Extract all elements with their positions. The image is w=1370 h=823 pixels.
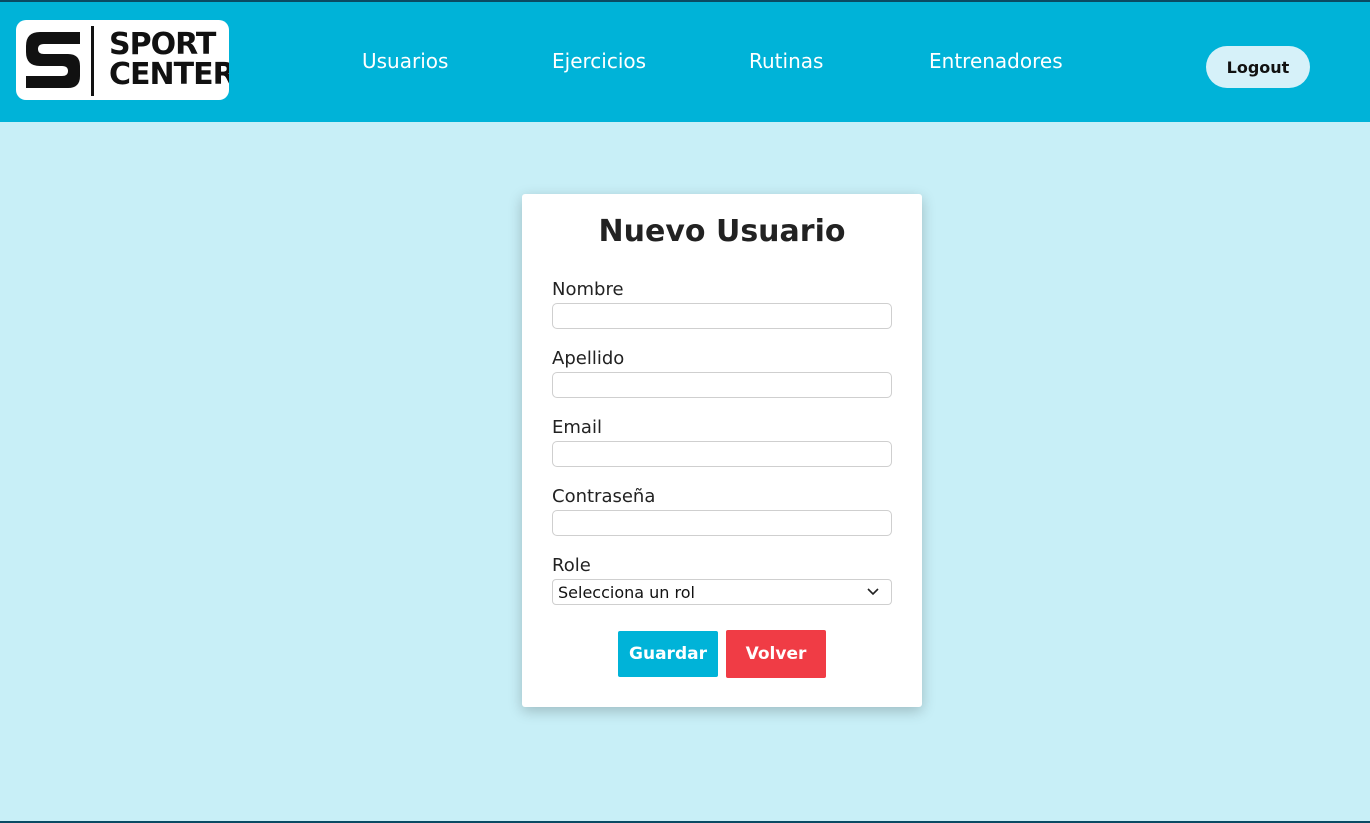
email-input[interactable]: [552, 441, 892, 467]
logout-button[interactable]: Logout: [1206, 46, 1310, 88]
password-input[interactable]: [552, 510, 892, 536]
logo-line-1: SPORT: [109, 27, 216, 62]
email-label: Email: [552, 417, 602, 438]
role-select[interactable]: Selecciona un rol: [552, 579, 892, 605]
form-title: Nuevo Usuario: [598, 214, 846, 249]
nav-rutinas[interactable]: Rutinas: [749, 49, 823, 73]
nombre-input[interactable]: [552, 303, 892, 329]
apellido-input[interactable]: [552, 372, 892, 398]
logo-text: SPORT CENTER: [109, 30, 229, 90]
role-select-value: Selecciona un rol: [558, 583, 695, 602]
nav-ejercicios[interactable]: Ejercicios: [552, 49, 646, 73]
new-user-form-card: Nuevo Usuario Nombre Apellido Email Cont…: [522, 194, 922, 707]
back-button[interactable]: Volver: [726, 630, 826, 678]
nombre-label: Nombre: [552, 279, 624, 300]
logo-line-2: CENTER: [109, 57, 229, 92]
password-label: Contraseña: [552, 486, 656, 507]
nav-usuarios[interactable]: Usuarios: [362, 49, 448, 73]
chevron-down-icon: [867, 588, 879, 596]
logo-divider: [91, 26, 94, 96]
save-button[interactable]: Guardar: [618, 631, 718, 677]
apellido-label: Apellido: [552, 348, 625, 369]
role-label: Role: [552, 555, 591, 576]
s-logo-icon: [26, 32, 80, 88]
top-navbar: SPORT CENTER Usuarios Ejercicios Rutinas…: [0, 2, 1370, 122]
sport-center-logo[interactable]: SPORT CENTER: [16, 20, 229, 100]
nav-entrenadores[interactable]: Entrenadores: [929, 49, 1063, 73]
